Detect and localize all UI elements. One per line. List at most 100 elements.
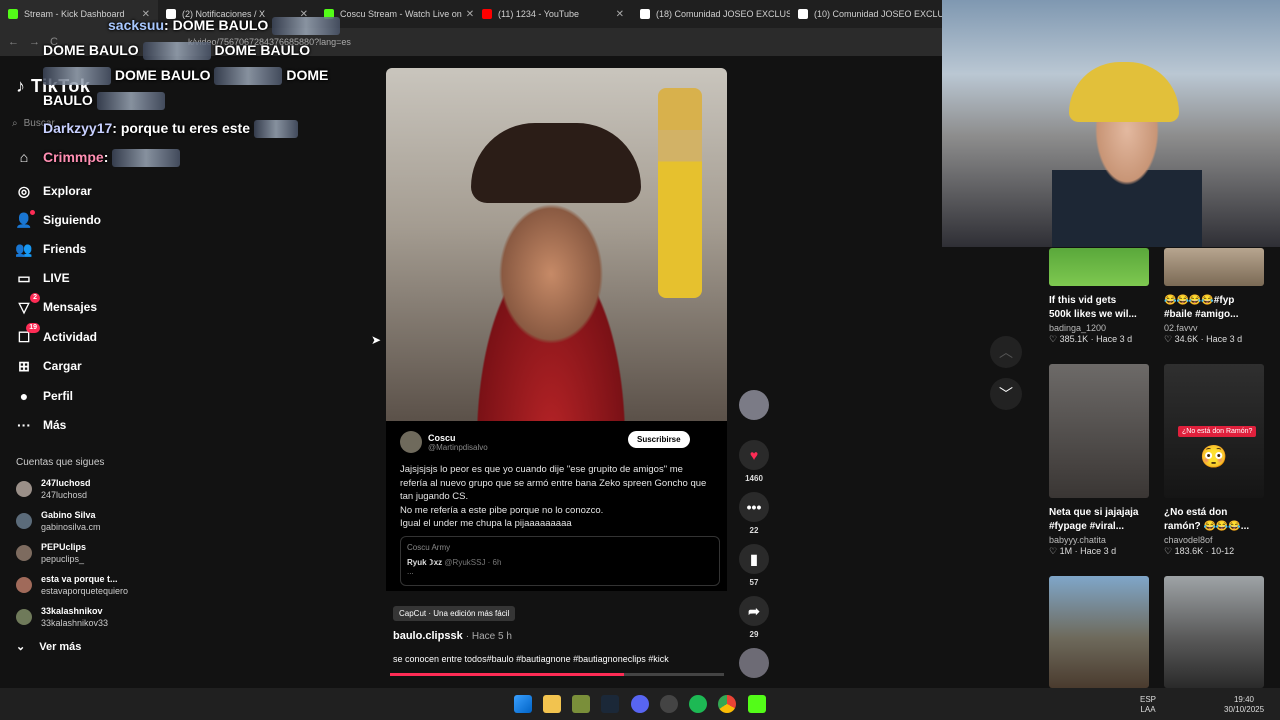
account-name: 247luchosd xyxy=(41,478,91,488)
nav-label: Mensajes xyxy=(43,300,98,314)
account-name: PEPUclips xyxy=(41,542,87,552)
save-button[interactable]: ▮ 57 xyxy=(738,544,770,587)
file-explorer-icon[interactable] xyxy=(543,695,561,713)
forward-icon[interactable]: → xyxy=(29,36,40,48)
creator-avatar-button[interactable] xyxy=(738,390,770,424)
home-icon: ⌂ xyxy=(19,149,29,165)
chat-emote xyxy=(112,149,181,168)
share-icon: ➦ xyxy=(739,596,769,626)
following-account[interactable]: esta va porque t... estavaporquetequiero xyxy=(16,573,128,597)
nav-following[interactable]: 👤 Siguiendo xyxy=(15,209,101,231)
comment-button[interactable]: ••• 22 xyxy=(738,492,770,535)
avatar xyxy=(16,481,32,497)
video-progress-bar[interactable] xyxy=(390,673,724,676)
chat-spam: DOME BAULO DOME BAULO xyxy=(43,42,310,61)
video-title: 😂😂😂😂#fyp #baile #amigo... xyxy=(1164,295,1239,320)
nav-label: Actividad xyxy=(43,330,98,344)
share-count: 29 xyxy=(749,630,759,639)
like-button[interactable]: ♥ 1460 xyxy=(738,440,770,483)
chat-emote xyxy=(253,120,298,139)
following-account[interactable]: 33kalashnikov 33kalashnikov33 xyxy=(16,605,108,629)
steam-icon[interactable] xyxy=(601,695,619,713)
compass-icon: ◎ xyxy=(17,182,31,199)
language-indicator[interactable]: ESP LAA xyxy=(1140,695,1156,715)
video-title: ¿No está don ramón? 😂😂😂... xyxy=(1164,507,1250,532)
tweet-author: Coscu xyxy=(428,432,456,443)
video-meta: ♡ 34.6K · Hace 3 d xyxy=(1164,334,1243,344)
nav-friends[interactable]: 👥 Friends xyxy=(15,238,86,260)
share-button[interactable]: ➦ 29 xyxy=(738,596,770,639)
account-name: 33kalashnikov xyxy=(41,606,103,616)
clock[interactable]: 19:40 30/10/2025 xyxy=(1224,695,1264,715)
tweet-line: No me refería a este pibe porque no lo c… xyxy=(400,504,604,516)
obs-icon[interactable] xyxy=(660,695,678,713)
language-code: ESP xyxy=(1140,695,1157,704)
browser-tab[interactable]: (10) Comunidad JOSEO EXCLU✕ xyxy=(790,0,948,28)
video-user: badinga_1200 xyxy=(1049,323,1107,333)
video-meta: ♡ 183.6K · 10-12 xyxy=(1164,546,1235,556)
notification-badge: 2 xyxy=(30,293,40,303)
nav-profile[interactable]: ● Perfil xyxy=(16,385,73,407)
grid-card[interactable] xyxy=(1164,576,1264,688)
account-handle: estavaporquetequiero xyxy=(41,586,129,596)
chat-message: Crimmpe: xyxy=(43,149,181,168)
video-caption: se conocen entre todos#baulo #bautiagnon… xyxy=(393,654,669,664)
spotify-icon[interactable] xyxy=(689,695,707,713)
following-icon: 👤 xyxy=(15,210,35,228)
capcut-tag[interactable]: CapCut · Una edición más fácil xyxy=(393,606,516,621)
more-icon: ··· xyxy=(17,417,31,433)
grid-card[interactable]: ¿No está don Ramón? 😳 ¿No está don ramón? 😂… xyxy=(1164,364,1264,557)
messages-icon: ▽ 2 xyxy=(16,293,40,315)
author-name[interactable]: baulo.clipssk xyxy=(393,630,463,642)
nav-activity[interactable]: ☐ 19 Actividad xyxy=(16,323,98,348)
nav-messages[interactable]: ▽ 2 Mensajes xyxy=(16,293,98,318)
chat-spam: DOME BAULO DOME xyxy=(43,67,328,86)
video-player[interactable] xyxy=(386,68,727,421)
following-account[interactable]: PEPUclips pepuclips_ xyxy=(16,541,86,565)
see-more-button[interactable]: ⌄ Ver más xyxy=(16,640,81,654)
grid-card[interactable]: Neta que si jajajaja #fypage #viral... bab… xyxy=(1049,364,1149,557)
chat-spam: BAULO xyxy=(43,92,165,111)
following-account[interactable]: 247luchosd 247luchosd xyxy=(16,477,91,501)
chat-username: Crimmpe xyxy=(43,149,104,165)
tweet-handle: @Martinpdisalvo xyxy=(428,442,488,452)
video-thumbnail xyxy=(1164,576,1264,688)
creator-avatar xyxy=(739,390,769,420)
back-icon[interactable]: ← xyxy=(8,36,19,48)
like-count: 1460 xyxy=(745,474,763,483)
avatar xyxy=(16,577,32,593)
clock-date: 30/10/2025 xyxy=(1224,705,1265,714)
grid-card[interactable]: 😂😂😂😂#fyp #baile #amigo... 02.favvv ♡ 34.6K … xyxy=(1164,248,1264,345)
next-video-button[interactable]: ﹀ xyxy=(990,378,1022,410)
mouse-cursor-icon: ➤ xyxy=(371,333,382,347)
chat-username: Darkzyy17 xyxy=(43,120,113,136)
grid-card[interactable] xyxy=(1049,576,1149,688)
kick-icon[interactable] xyxy=(748,695,766,713)
browser-tab[interactable]: (11) 1234 - YouTube ✕ xyxy=(474,0,632,28)
grid-card[interactable]: If this vid gets 500k likes we wil... badi… xyxy=(1049,248,1149,345)
nav-label: Cargar xyxy=(43,359,82,373)
video-author[interactable]: baulo.clipssk · Hace 5 h xyxy=(393,630,512,642)
nav-upload[interactable]: ⊞ Cargar xyxy=(16,355,82,377)
chrome-icon[interactable] xyxy=(718,695,736,713)
close-icon[interactable]: ✕ xyxy=(612,9,624,20)
browser-tab[interactable]: (18) Comunidad JOSEO EXCLUS✕ xyxy=(632,0,790,28)
following-account[interactable]: Gabino Silva gabinosilva.cm xyxy=(16,509,101,533)
discord-icon[interactable] xyxy=(631,695,649,713)
video-user: chavodel8of xyxy=(1164,535,1213,545)
nav-live[interactable]: ▭ LIVE xyxy=(16,267,69,289)
start-icon[interactable] xyxy=(514,695,532,713)
previous-video-button[interactable]: ︿ xyxy=(990,336,1022,368)
chat-emote xyxy=(96,92,165,111)
nav-compass[interactable]: ◎ Explorar xyxy=(16,180,92,202)
music-avatar-button[interactable] xyxy=(738,648,770,682)
video-thumbnail: ¿No está don Ramón? 😳 xyxy=(1164,364,1264,498)
app-icon[interactable] xyxy=(572,695,590,713)
nav-label: Más xyxy=(43,418,67,432)
video-user: babyyy.chatita xyxy=(1049,535,1106,545)
chat-emote xyxy=(142,42,211,61)
nav-home[interactable]: ⌂ xyxy=(16,146,43,168)
nav-more[interactable]: ··· Más xyxy=(16,414,66,436)
close-icon[interactable]: ✕ xyxy=(462,9,474,20)
chat-emote xyxy=(272,17,341,36)
